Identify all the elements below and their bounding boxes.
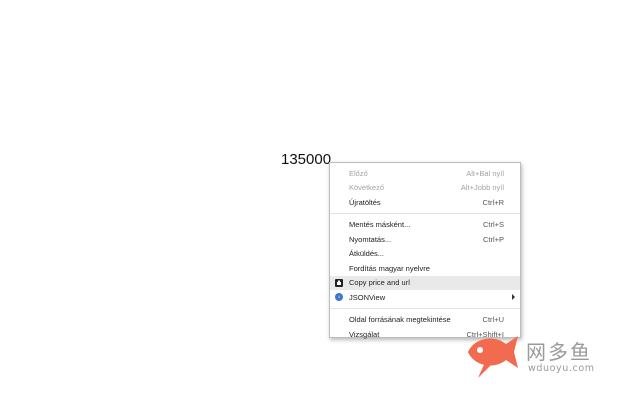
menu-item-back[interactable]: Előző Alt+Bal nyíl [330,166,520,181]
jsonview-icon [335,293,343,301]
watermark-title: 网多鱼 [526,340,592,364]
menu-item-label: Átküldés... [349,249,385,259]
menu-item-jsonview[interactable]: JSONView [330,290,520,305]
watermark-url: wduoyu.com [528,363,595,374]
extension-icon [335,278,343,287]
menu-separator [330,212,520,214]
menu-item-label: Újratöltés [349,197,381,207]
menu-item-shortcut: Ctrl+S [482,220,504,230]
menu-item-label: Mentés másként... [349,220,411,230]
menu-item-shortcut: Ctrl+R [482,197,504,207]
menu-item-label: Copy price and url [349,278,410,288]
menu-item-shortcut: Alt+Jobb nyíl [460,183,504,193]
menu-item-label: JSONView [349,292,386,302]
menu-separator [330,307,520,309]
menu-item-translate[interactable]: Fordítás magyar nyelvre [330,261,520,276]
menu-item-cast[interactable]: Átküldés... [330,247,520,262]
watermark: 网多鱼 wduoyu.com [460,330,635,382]
menu-item-print[interactable]: Nyomtatás... Ctrl+P [330,232,520,247]
menu-item-label: Vizsgálat [349,329,380,339]
price-text[interactable]: 135000 [281,151,331,169]
fish-logo-icon [468,336,518,378]
menu-item-label: Fordítás magyar nyelvre [349,263,430,273]
menu-item-view-source[interactable]: Oldal forrásának megtekintése Ctrl+U [330,313,520,328]
menu-item-reload[interactable]: Újratöltés Ctrl+R [330,195,520,210]
menu-item-save-as[interactable]: Mentés másként... Ctrl+S [330,218,520,233]
menu-item-copy-price-and-url[interactable]: Copy price and url [330,275,520,290]
page-canvas: 135000 Előző Alt+Bal nyíl Következő Alt+… [0,0,640,400]
submenu-arrow-icon [512,294,515,300]
menu-item-label: Oldal forrásának megtekintése [349,315,451,325]
menu-item-shortcut: Ctrl+U [482,315,504,325]
context-menu: Előző Alt+Bal nyíl Következő Alt+Jobb ny… [329,162,521,339]
menu-item-label: Előző [349,168,368,178]
menu-item-label: Nyomtatás... [349,234,392,244]
menu-item-shortcut: Alt+Bal nyíl [466,168,504,178]
menu-item-forward[interactable]: Következő Alt+Jobb nyíl [330,181,520,196]
menu-item-shortcut: Ctrl+P [482,234,504,244]
menu-item-label: Következő [349,183,385,193]
